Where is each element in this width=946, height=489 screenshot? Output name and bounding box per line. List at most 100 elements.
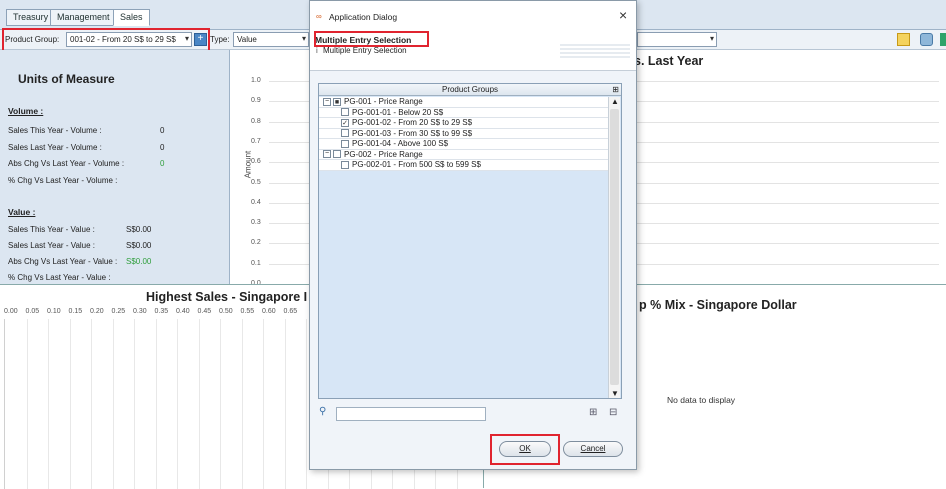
- x-tick-label: 0.60: [262, 308, 276, 315]
- checkbox[interactable]: [341, 139, 349, 148]
- y-tick-label: 0.5: [251, 178, 261, 186]
- y-tick-label: 0.7: [251, 137, 261, 145]
- y-tick-label: 0.4: [251, 198, 261, 206]
- gridline: [220, 319, 221, 489]
- cancel-button[interactable]: Cancel: [563, 441, 623, 457]
- uom-row: % Chg Vs Last Year - Volume :: [8, 176, 118, 185]
- y-tick-label: 0.8: [251, 117, 261, 125]
- uom-row: Sales This Year - Value : S$0.00: [8, 225, 152, 234]
- ok-button-highlight: [490, 434, 560, 465]
- tree-item[interactable]: PG-001-01 - Below 20 S$: [319, 107, 609, 118]
- no-data-message: No data to display: [667, 395, 736, 405]
- info-icon: i: [316, 46, 318, 55]
- type-label: Type:: [210, 35, 230, 44]
- y-tick-label: 1.0: [251, 77, 261, 84]
- value-header: Value :: [8, 207, 36, 217]
- tree-item[interactable]: PG-001-04 - Above 100 S$: [319, 139, 609, 150]
- y-tick-label: 0.6: [251, 158, 261, 166]
- gridline: [26, 319, 28, 489]
- x-tick-label: 0.00: [4, 308, 18, 315]
- gridline: [48, 319, 49, 489]
- application-dialog: ∞ Application Dialog × Multiple Entry Se…: [309, 0, 637, 470]
- app-logo-icon: ∞: [316, 12, 322, 21]
- scroll-up-icon[interactable]: ▲: [611, 97, 619, 106]
- gridline: [134, 319, 135, 489]
- tab-management[interactable]: Management: [50, 9, 117, 26]
- chart-title: s. Last Year: [634, 54, 704, 68]
- chart-title: p % Mix - Singapore Dollar: [639, 298, 797, 312]
- gridline: [69, 319, 71, 489]
- header-title-highlight: [314, 31, 429, 47]
- secondary-combo[interactable]: ▾: [637, 32, 717, 47]
- collapse-icon[interactable]: −: [323, 150, 331, 159]
- checkbox[interactable]: [341, 160, 349, 169]
- checkbox[interactable]: ■: [333, 97, 341, 106]
- x-tick-label: 0.30: [133, 308, 147, 315]
- uom-row: Abs Chg Vs Last Year - Volume :0: [8, 159, 165, 168]
- dialog-titlebar: ∞ Application Dialog ×: [310, 1, 636, 31]
- tree-item[interactable]: − ■ PG-001 - Price Range: [319, 97, 609, 108]
- tree-item-label: PG-001-03 - From 30 S$ to 99 S$: [352, 128, 473, 138]
- gridline: [177, 319, 178, 489]
- checkbox[interactable]: ✓: [341, 118, 349, 127]
- x-tick-label: 0.55: [240, 308, 255, 315]
- y-tick-label: 0.9: [251, 97, 261, 105]
- gridline: [284, 319, 286, 489]
- product-group-highlight: [2, 28, 210, 52]
- type-value: Value: [237, 35, 257, 44]
- dialog-header-subtitle: Multiple Entry Selection: [323, 46, 407, 55]
- scroll-down-icon[interactable]: ▼: [611, 389, 619, 398]
- expand-all-icon[interactable]: ⊞: [589, 407, 597, 418]
- checkbox[interactable]: [341, 129, 349, 138]
- x-tick-label: 0.15: [68, 308, 83, 315]
- gridline: [112, 319, 114, 489]
- gridline: [155, 319, 157, 489]
- collapse-all-icon[interactable]: ⊟: [609, 407, 617, 418]
- column-header-product-groups[interactable]: Product Groups: [319, 84, 621, 96]
- uom-row: Abs Chg Vs Last Year - Value : S$0.00: [8, 257, 152, 266]
- search-input[interactable]: [336, 407, 486, 421]
- y-tick-label: 0.2: [251, 239, 261, 247]
- tree-item[interactable]: PG-002-01 - From 500 S$ to 599 S$: [319, 160, 609, 171]
- dialog-title: Application Dialog: [329, 12, 398, 22]
- tree-item[interactable]: PG-001-03 - From 30 S$ to 99 S$: [319, 128, 609, 139]
- tree-item-label: PG-001-02 - From 20 S$ to 29 S$: [352, 118, 473, 127]
- vertical-scrollbar[interactable]: ▲ ▼: [608, 97, 620, 398]
- calendar-icon[interactable]: [897, 33, 910, 46]
- uom-row: Sales Last Year - Volume :0: [8, 143, 165, 152]
- x-tick-label: 0.05: [25, 308, 40, 315]
- x-tick-label: 0.25: [111, 308, 126, 315]
- gridline: [91, 319, 92, 489]
- tree-item-label: PG-001-01 - Below 20 S$: [352, 107, 444, 117]
- scroll-thumb[interactable]: [610, 109, 619, 385]
- collapse-icon[interactable]: −: [323, 97, 331, 106]
- gridline: [306, 319, 307, 489]
- product-groups-tree: Product Groups ⊞ − ■ PG-001 - Price Range P…: [318, 83, 622, 399]
- tab-treasury[interactable]: Treasury: [6, 9, 56, 26]
- tree-item-label: PG-002 - Price Range: [344, 149, 423, 159]
- x-tick-label: 0.10: [47, 308, 61, 315]
- tree-item[interactable]: − PG-002 - Price Range: [319, 149, 609, 160]
- header-decoration: [560, 44, 630, 58]
- uom-row: % Chg Vs Last Year - Value :: [8, 273, 111, 282]
- tree-item[interactable]: ✓ PG-001-02 - From 20 S$ to 29 S$: [319, 118, 609, 129]
- y-tick-label: 0.3: [251, 219, 261, 227]
- y-axis-label: Amount: [243, 150, 253, 179]
- volume-header: Volume :: [8, 106, 44, 116]
- y-tick-label: 0.1: [251, 259, 261, 267]
- checkbox[interactable]: [333, 150, 341, 159]
- tree-item-label: PG-002-01 - From 500 S$ to 599 S$: [352, 160, 481, 169]
- chart-title: Highest Sales - Singapore I: [146, 290, 308, 304]
- close-icon[interactable]: ×: [619, 7, 627, 23]
- refresh-icon[interactable]: [920, 33, 933, 46]
- column-chooser-icon[interactable]: ⊞: [612, 85, 619, 94]
- tab-sales[interactable]: Sales: [113, 9, 150, 26]
- uom-row: Sales Last Year - Value : S$0.00: [8, 241, 152, 250]
- uom-row: Sales This Year - Volume :0: [8, 126, 165, 135]
- gridline: [263, 319, 264, 489]
- type-combo[interactable]: Value ▾: [233, 32, 309, 47]
- search-icon: ⚲: [319, 406, 327, 417]
- x-tick-label: 0.40: [176, 308, 190, 315]
- checkbox[interactable]: [341, 108, 349, 117]
- export-icon[interactable]: [940, 33, 946, 46]
